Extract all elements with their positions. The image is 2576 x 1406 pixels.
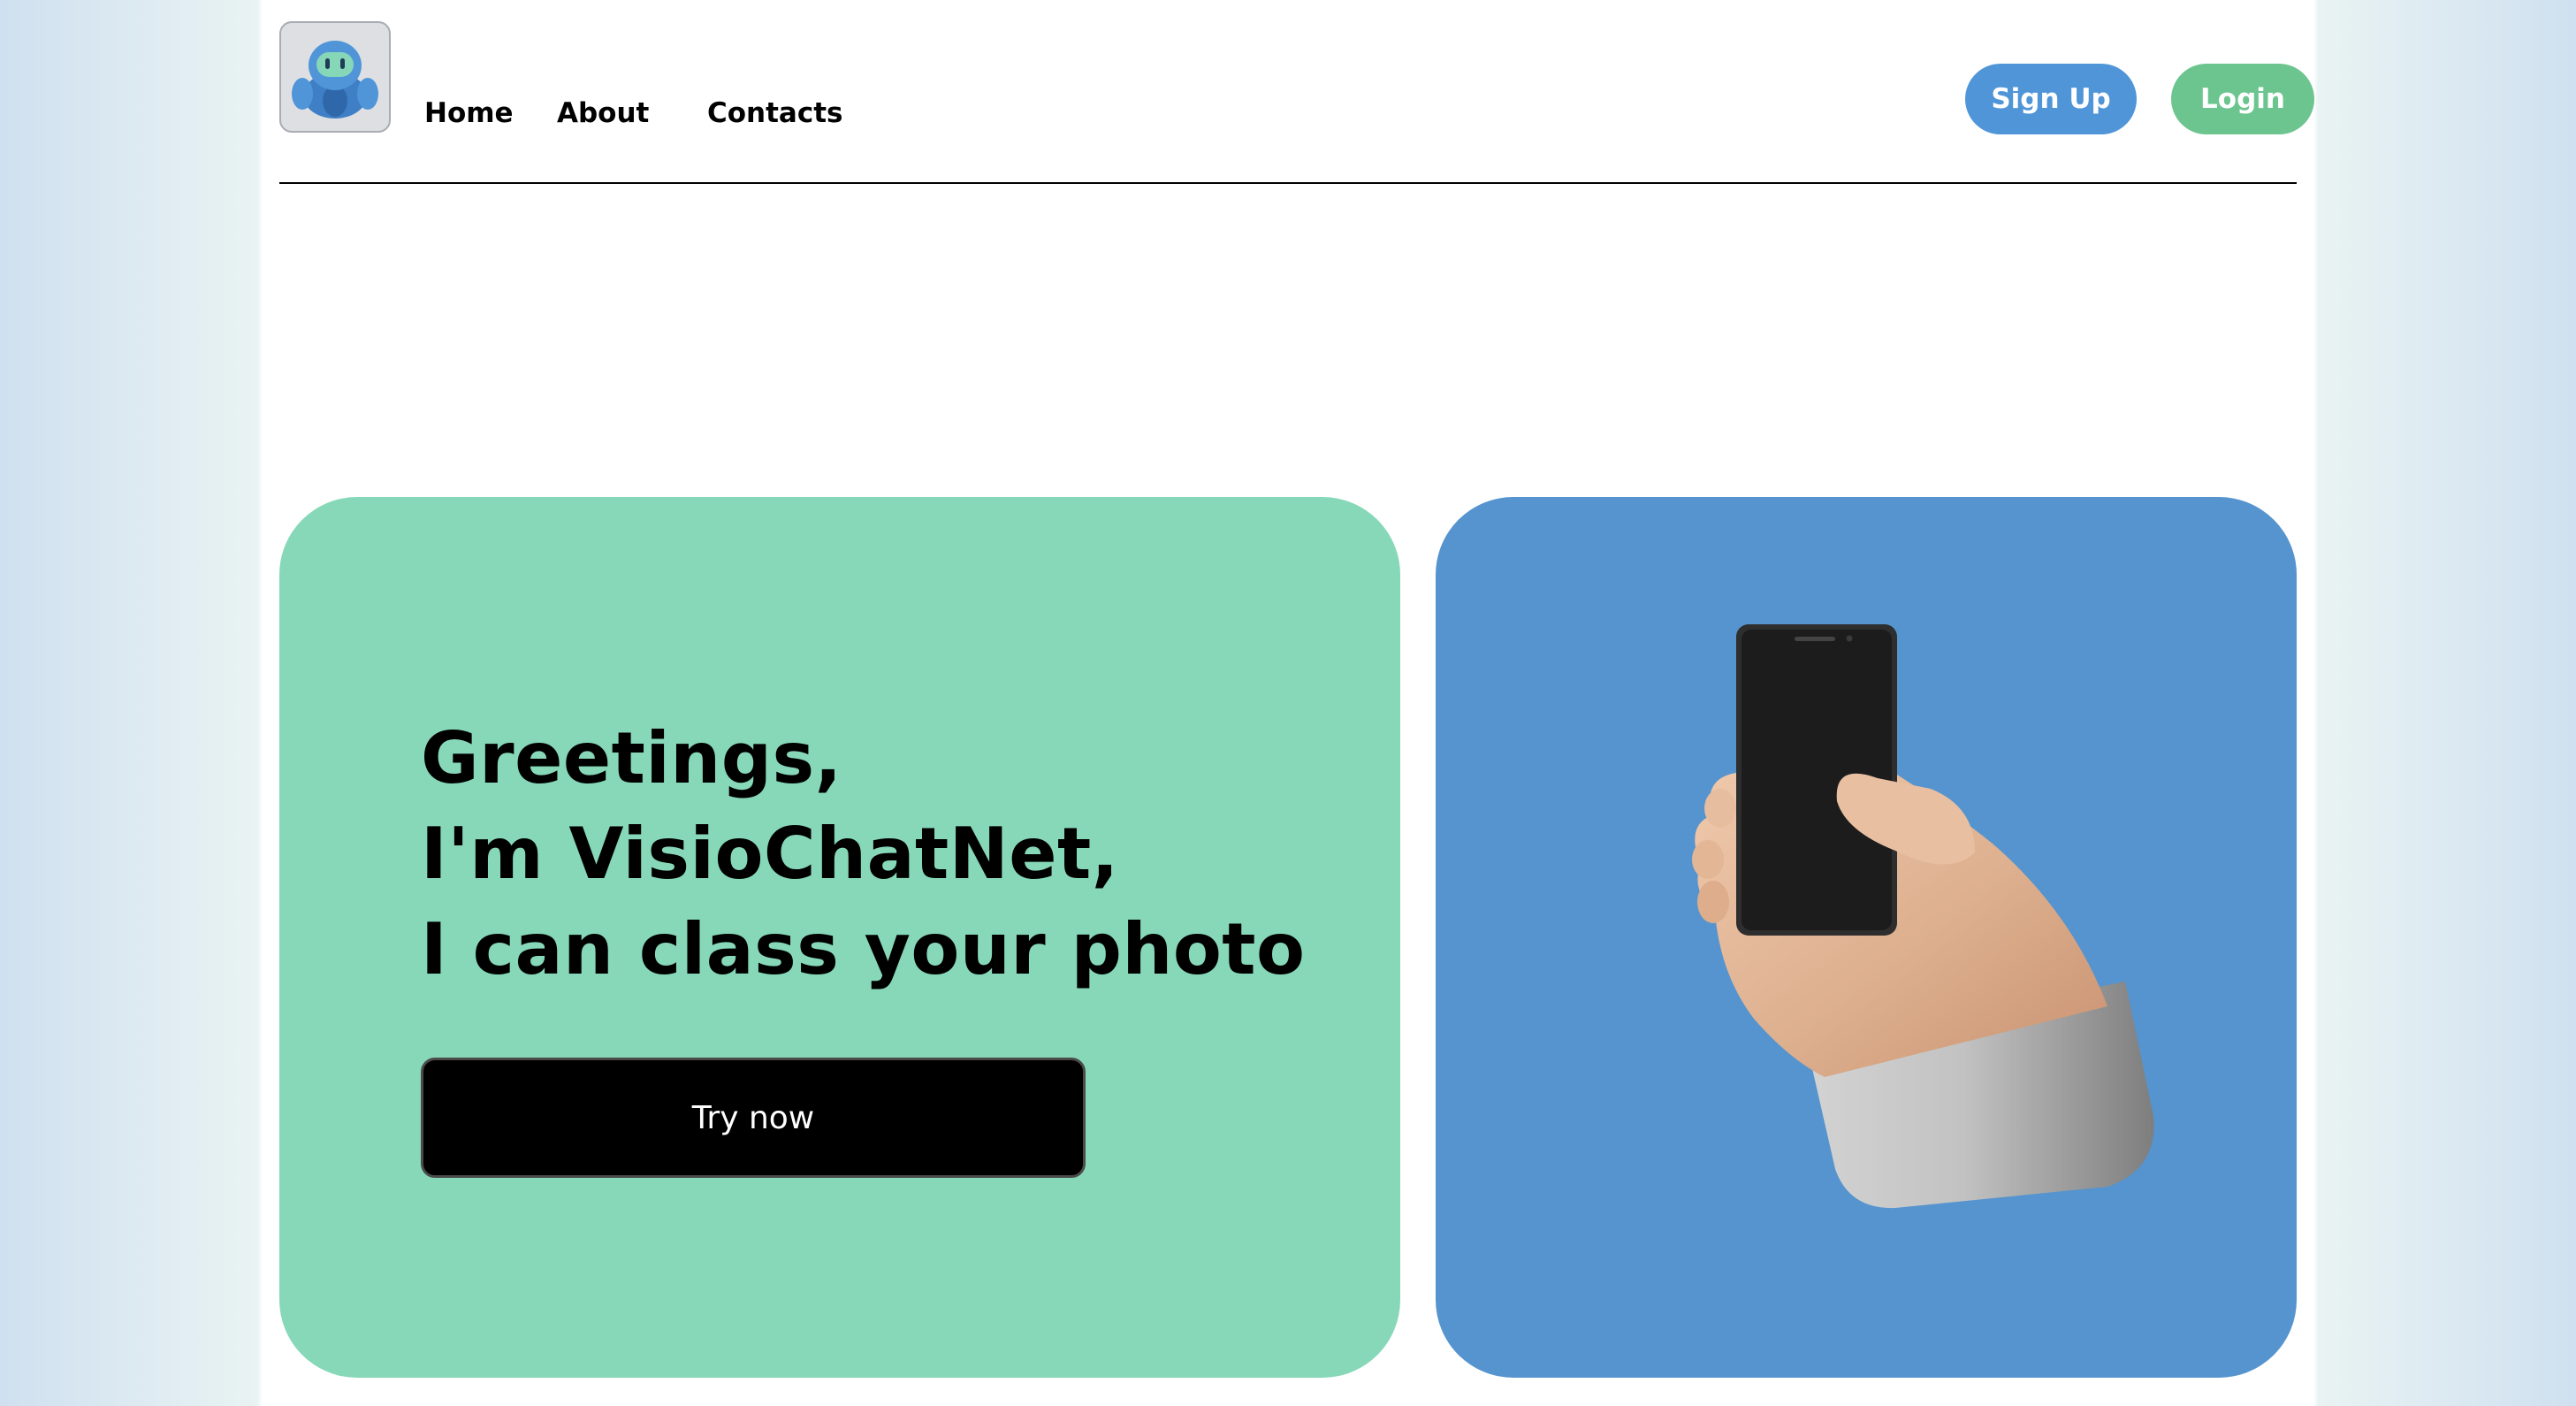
hand-holding-phone-illustration (1692, 624, 2154, 1209)
hero-line-1: Greetings, (421, 717, 842, 799)
try-now-button[interactable]: Try now (421, 1058, 1086, 1178)
hero-line-3: I can class your photo (421, 908, 1306, 990)
hero-line-2: I'm VisioChatNet, (421, 813, 1119, 895)
page: Home About Contacts Sign Up Login Greeti… (262, 0, 2314, 1406)
nav-home-link[interactable]: Home (424, 97, 514, 129)
hero-text-card: Greetings, I'm VisioChatNet, I can class… (279, 497, 1400, 1378)
nav-about-link[interactable]: About (557, 97, 649, 129)
robot-logo-icon[interactable] (279, 21, 391, 133)
header: Home About Contacts Sign Up Login (279, 0, 2314, 184)
hero-headline: Greetings, I'm VisioChatNet, I can class… (421, 711, 1358, 997)
login-button[interactable]: Login (2171, 64, 2314, 134)
hero-illustration-card (1436, 497, 2297, 1378)
signup-button[interactable]: Sign Up (1965, 64, 2137, 134)
nav-contacts-link[interactable]: Contacts (707, 97, 843, 129)
